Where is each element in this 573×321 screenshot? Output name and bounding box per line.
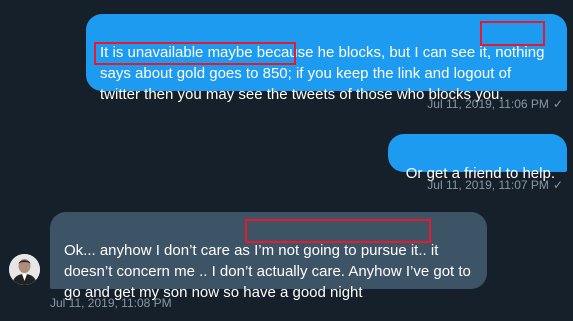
sent-message-bubble[interactable]: It is unavailable maybe because he block… — [86, 14, 567, 103]
user-avatar-icon[interactable] — [9, 254, 40, 285]
message-timestamp: Jul 11, 2019, 11:08 PM — [50, 296, 172, 310]
sent-message-bubble[interactable]: Or get a friend to help. — [388, 134, 567, 182]
message-timestamp: Jul 11, 2019, 11:06 PM — [427, 97, 549, 111]
checkmark-icon: ✓ — [552, 97, 563, 111]
message-text: It is unavailable maybe because he block… — [100, 44, 545, 103]
received-message-bubble[interactable]: Ok... anyhow I don’t care as I’m not goi… — [50, 212, 487, 301]
message-thread: It is unavailable maybe because he block… — [0, 0, 573, 321]
message-meta: Jul 11, 2019, 11:06 PM ✓ — [427, 96, 563, 112]
avatar-image — [9, 254, 40, 285]
message-meta: Jul 11, 2019, 11:08 PM — [50, 295, 172, 311]
checkmark-icon: ✓ — [552, 178, 563, 192]
message-meta: Jul 11, 2019, 11:07 PM ✓ — [427, 177, 563, 193]
message-timestamp: Jul 11, 2019, 11:07 PM — [427, 178, 549, 192]
message-text: Ok... anyhow I don’t care as I’m not goi… — [64, 242, 471, 301]
